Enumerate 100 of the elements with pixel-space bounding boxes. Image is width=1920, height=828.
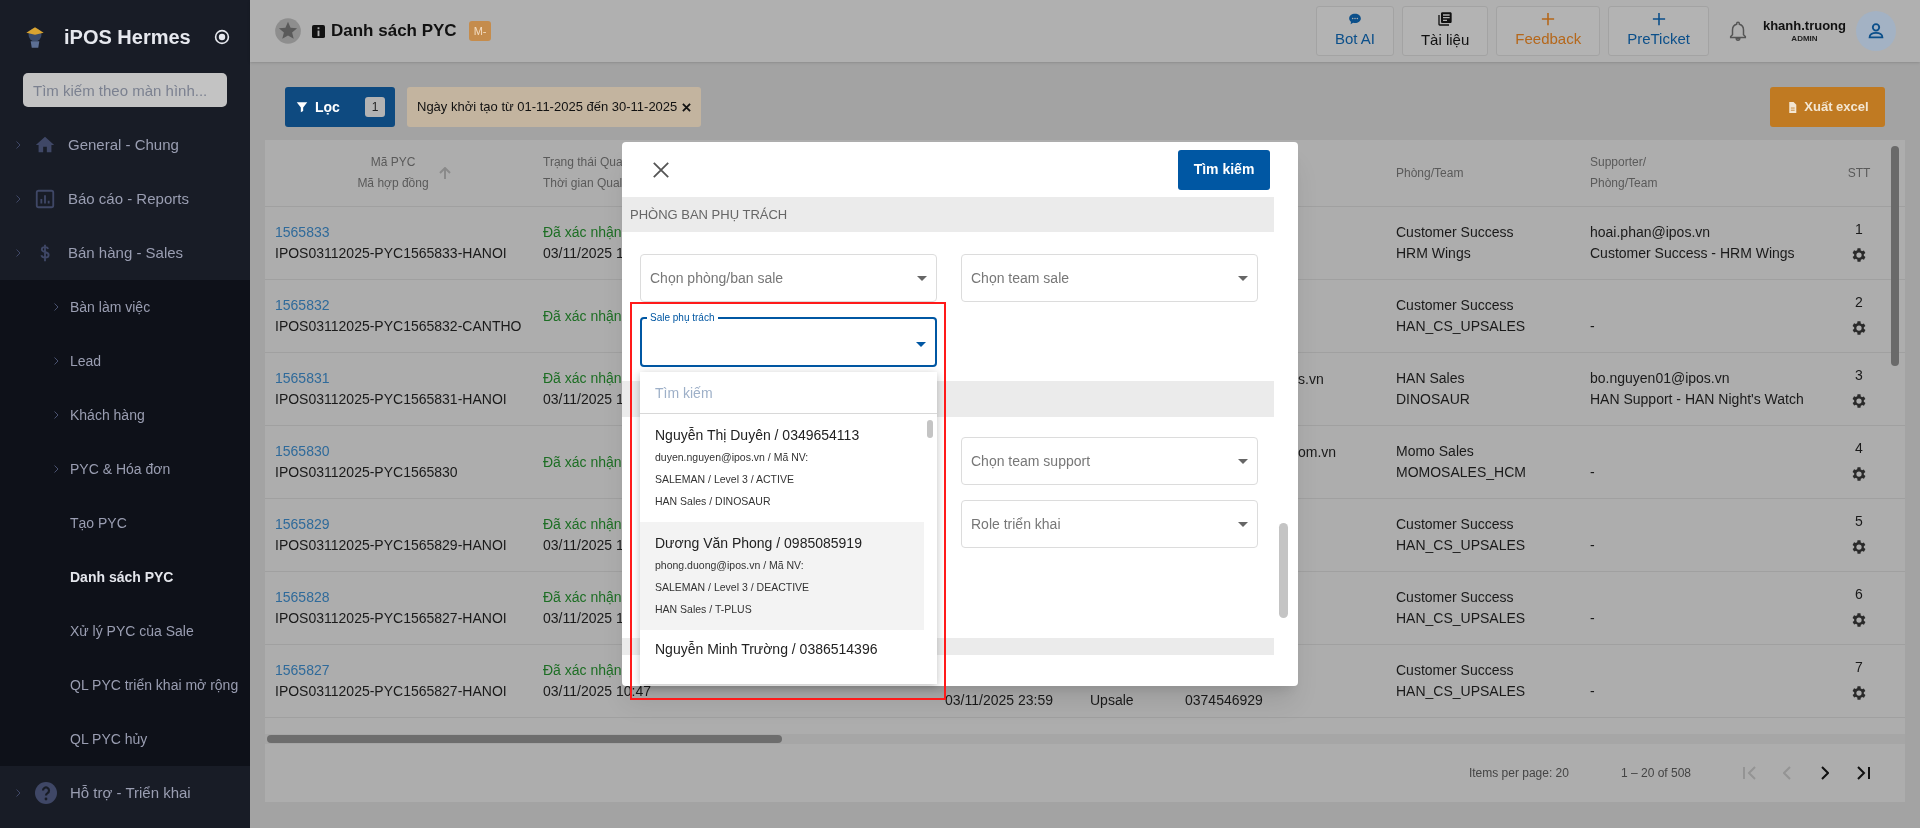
gear-icon[interactable] [1850, 684, 1868, 702]
filter-chip[interactable]: Ngày khởi tạo từ 01-11-2025 đến 30-11-2025 [407, 87, 702, 127]
app-name: iPOS Hermes [64, 24, 191, 50]
submenu-item[interactable]: Lead [0, 334, 250, 388]
row-number: 6 [1855, 587, 1863, 601]
table-cell-text: HAN_CS_UPSALES [1396, 536, 1526, 555]
book-icon [1437, 10, 1454, 27]
table-cell-text: HRM Wings [1396, 244, 1471, 263]
submenu-item[interactable]: QL PYC triển khai mở rộng [0, 658, 250, 712]
table-cell-text: bo.nguyen01@ipos.vn [1590, 369, 1730, 388]
menu-item[interactable]: General - Chung [0, 118, 250, 172]
submenu-item[interactable]: Khách hàng [0, 388, 250, 442]
row-number: 5 [1855, 514, 1863, 528]
table-cell-text: IPOS03112025-PYC1565831-HANOI [275, 390, 507, 409]
row-number: 2 [1855, 295, 1863, 309]
avatar[interactable] [1856, 11, 1896, 51]
user-name: khanh.truong [1762, 17, 1846, 35]
select-field[interactable]: Sale phụ trách [640, 312, 937, 367]
header-button[interactable]: Tài liệu [1401, 6, 1489, 56]
submenu-item[interactable]: Xử lý PYC của Sale [0, 604, 250, 658]
scrollbar-thumb[interactable] [267, 735, 782, 743]
table-cell-text: MOMOSALES_HCM [1396, 463, 1526, 482]
submenu-item[interactable]: Danh sách PYC [0, 550, 250, 604]
table-cell-text: - [1590, 682, 1595, 701]
help-icon [34, 781, 58, 805]
table-cell-text: - [1590, 463, 1595, 482]
table-cell-text: Customer Success [1396, 661, 1514, 680]
page-range: 1 – 20 of 508 [1620, 765, 1691, 782]
search-button[interactable]: Tìm kiếm [1178, 149, 1270, 190]
gear-icon[interactable] [1850, 465, 1868, 483]
status-text: Đã xác nhận [543, 452, 622, 472]
chat-icon [1347, 11, 1362, 26]
plus-icon [1541, 11, 1556, 26]
close-icon[interactable] [652, 160, 670, 179]
table-cell-text: IPOS03112025-PYC1565832-CANTHO [275, 317, 522, 336]
scrollbar-thumb[interactable] [1891, 146, 1899, 366]
gear-icon[interactable] [1850, 392, 1868, 410]
filter-button[interactable]: Lọc 1 [285, 87, 395, 127]
status-text: Đã xác nhận [543, 588, 622, 607]
select-field[interactable]: Chọn team support [961, 437, 1258, 485]
table-cell-text: s.vn [1298, 370, 1324, 389]
submenu-item[interactable]: PYC & Hóa đơn [0, 442, 250, 496]
count-badge: 1 [365, 97, 385, 117]
last-page-icon[interactable] [1856, 766, 1870, 780]
plus-icon [1651, 11, 1666, 26]
row-number: 7 [1855, 660, 1863, 674]
scrollbar-thumb[interactable] [927, 420, 933, 438]
dropdown-option[interactable]: Dương Văn Phong / 0985085919 phong.duong@ipos.vn / Mã NV: SALEMAN / Level 3 / DEACTIVE HAN Sales / T-PLUS [640, 522, 924, 630]
header-button[interactable]: PreTicket [1608, 6, 1709, 56]
select-field[interactable]: Role triển khai [961, 500, 1258, 548]
gear-icon[interactable] [1850, 319, 1868, 337]
table-cell-text: DINOSAUR [1396, 390, 1470, 409]
row-number: 1 [1855, 222, 1863, 236]
submenu-item[interactable]: Tạo PYC [0, 496, 250, 550]
radio-icon[interactable] [214, 28, 230, 45]
menu-item[interactable]: Báo cáo - Reports [0, 172, 250, 226]
table-cell-text: - [1590, 609, 1595, 628]
submenu-item[interactable]: QL PYC hủy [0, 712, 250, 766]
info-icon [312, 24, 325, 38]
chart-icon [34, 188, 56, 210]
table-cell-text: Customer Success [1396, 223, 1514, 242]
caret-icon [916, 342, 926, 347]
caret-icon [1238, 275, 1248, 281]
table-cell-text: IPOS03112025-PYC1565829-HANOI [275, 536, 507, 555]
select-field[interactable]: Chọn phòng/ban sale [640, 254, 937, 302]
gear-icon[interactable] [1850, 611, 1868, 629]
submenu-item[interactable]: Bàn làm việc [0, 280, 250, 334]
status-text: Đã xác nhận [543, 223, 622, 242]
select-field[interactable]: Chọn team sale [961, 254, 1258, 302]
close-icon[interactable] [682, 102, 692, 112]
table-cell-text: 03/11/2025 23:59 [945, 691, 1053, 710]
table-cell-text: - [1590, 317, 1595, 336]
scrollbar-thumb[interactable] [1279, 523, 1288, 618]
table-cell-text: IPOS03112025-PYC1565827-HANOI [275, 609, 507, 628]
caret-icon [917, 275, 927, 281]
page-size-label: Items per page: 20 [1468, 765, 1569, 782]
menu-item[interactable]: Hỗ trợ - Triển khai [0, 766, 250, 820]
status-text: Đã xác nhận [543, 515, 622, 534]
caret-icon [1238, 521, 1248, 527]
gear-icon[interactable] [1850, 246, 1868, 264]
header-button[interactable]: Bot AI [1315, 6, 1394, 56]
table-cell-text: HAN Sales [1396, 369, 1465, 388]
row-number: 4 [1855, 441, 1863, 455]
status-text: Đã xác nhận [543, 369, 622, 388]
table-cell-text: om.vn [1298, 443, 1337, 462]
table-cell-text: HAN_CS_UPSALES [1396, 682, 1526, 701]
table-cell-text: hoai.phan@ipos.vn [1590, 223, 1711, 242]
row-number: 3 [1855, 368, 1863, 382]
next-icon[interactable] [1821, 766, 1829, 780]
table-cell-text: Customer Success [1396, 515, 1514, 534]
table-cell-text: HAN_CS_UPSALES [1396, 317, 1526, 336]
table-cell-text: HAN_CS_UPSALES [1396, 609, 1526, 628]
menu-item[interactable]: Bán hàng - Sales [0, 226, 250, 280]
search-field[interactable]: Tìm kiếm theo màn hình... [23, 73, 227, 107]
star-logo-icon [274, 17, 302, 45]
caret-icon [1238, 458, 1248, 464]
table-cell-text: Customer Success [1396, 588, 1514, 607]
table-cell-text: IPOS03112025-PYC1565827-HANOI [275, 682, 507, 701]
gear-icon[interactable] [1850, 538, 1868, 556]
table-cell-text: IPOS03112025-PYC1565833-HANOI [275, 244, 507, 263]
